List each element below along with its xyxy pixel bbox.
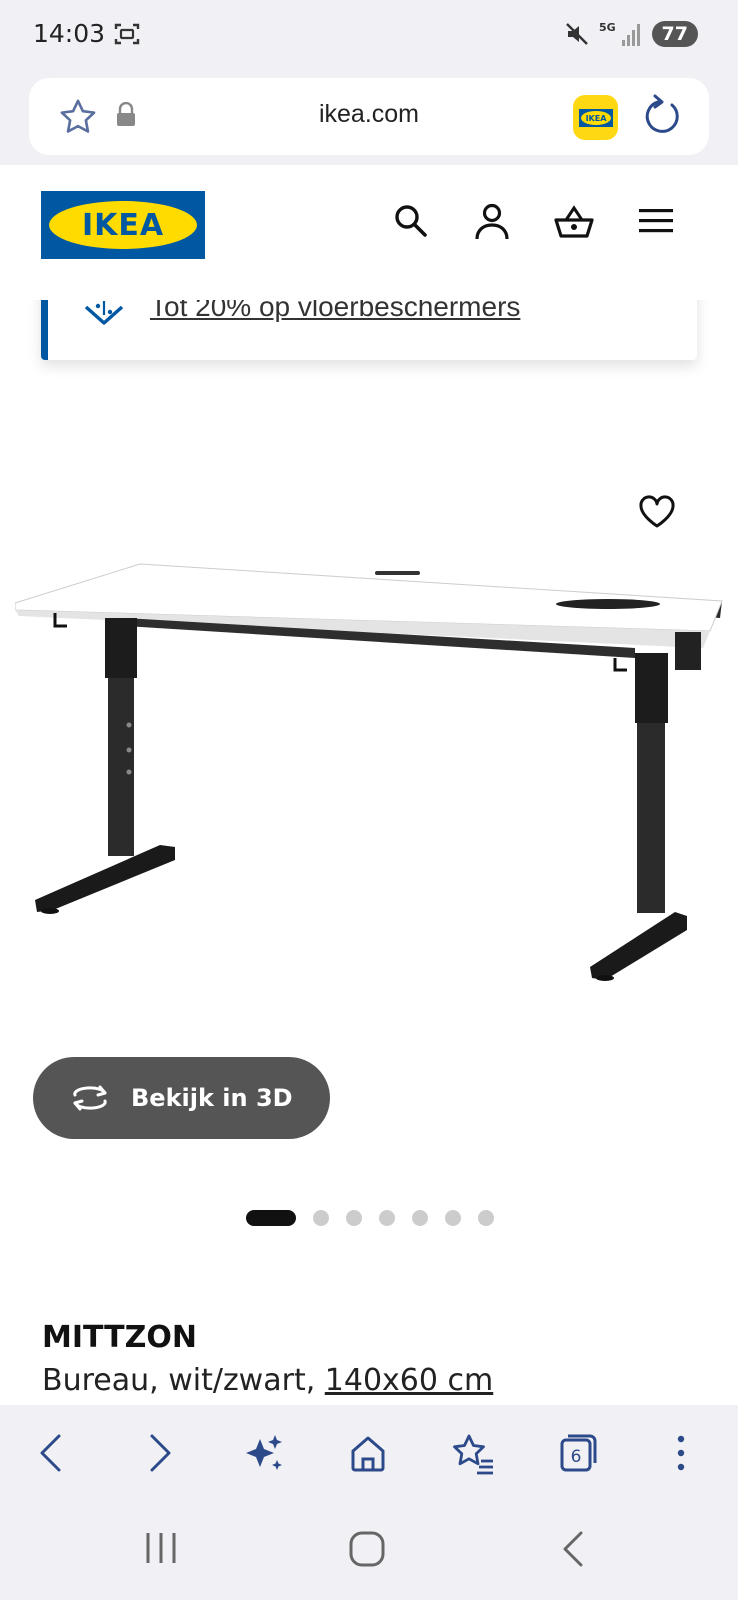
product-size-link[interactable]: 140x60 cm <box>325 1363 493 1398</box>
site-app-badge[interactable]: IKEA <box>573 95 618 140</box>
ikea-badge-logo: IKEA <box>578 108 613 127</box>
product-type: Bureau, wit/zwart, <box>42 1363 325 1398</box>
signal-icon: 5G <box>599 21 640 46</box>
recents-icon[interactable] <box>145 1531 177 1565</box>
view-3d-button[interactable]: Bekijk in 3D <box>33 1057 330 1139</box>
status-icons: 5G 77 <box>564 20 698 48</box>
tabs-icon[interactable]: 6 <box>558 1433 598 1473</box>
ai-sparkle-icon[interactable] <box>244 1433 284 1473</box>
address-bar[interactable]: ikea.com IKEA <box>29 78 709 155</box>
menu-icon[interactable] <box>639 207 673 235</box>
status-bar: 14:03 5G 77 <box>0 0 738 72</box>
home-button-icon[interactable] <box>349 1531 385 1567</box>
carousel-dot[interactable] <box>478 1210 494 1226</box>
carousel-dot[interactable] <box>346 1210 362 1226</box>
status-time: 14:03 <box>33 19 106 48</box>
view-3d-label: Bekijk in 3D <box>131 1084 293 1112</box>
site-header: IKEA <box>0 165 738 300</box>
screenshot-icon <box>114 23 140 45</box>
product-description: Bureau, wit/zwart, 140x60 cm <box>42 1363 493 1398</box>
product-image[interactable] <box>15 560 727 1025</box>
battery-indicator: 77 <box>651 21 698 47</box>
badge-text: IKEA <box>585 114 607 123</box>
carousel-indicators[interactable] <box>246 1210 494 1226</box>
forward-icon[interactable] <box>146 1433 174 1473</box>
browser-toolbar: 6 <box>0 1405 738 1501</box>
basket-icon[interactable] <box>553 203 595 241</box>
carousel-dot[interactable] <box>379 1210 395 1226</box>
home-icon[interactable] <box>349 1433 387 1473</box>
ikea-logo[interactable]: IKEA <box>41 191 205 259</box>
mute-icon <box>565 23 588 45</box>
account-icon[interactable] <box>474 203 510 241</box>
system-nav-bar <box>0 1501 738 1600</box>
carousel-dot[interactable] <box>246 1210 296 1226</box>
web-page: IKEA Tot 20% op vloerbeschermers Bekijk … <box>0 165 738 1405</box>
bookmarks-icon[interactable] <box>451 1433 495 1475</box>
network-type: 5G <box>599 21 616 34</box>
back-icon[interactable] <box>37 1433 65 1473</box>
rotate-3d-icon <box>73 1085 107 1111</box>
more-icon[interactable] <box>676 1433 686 1473</box>
carousel-dot[interactable] <box>313 1210 329 1226</box>
carousel-dot[interactable] <box>412 1210 428 1226</box>
reload-icon[interactable] <box>642 92 684 140</box>
search-icon[interactable] <box>393 203 429 239</box>
tabs-count: 6 <box>571 1447 582 1467</box>
carousel-dot[interactable] <box>445 1210 461 1226</box>
heart-icon[interactable] <box>638 495 676 529</box>
product-name: MITTZON <box>42 1320 197 1355</box>
system-back-icon[interactable] <box>561 1531 585 1567</box>
logo-text: IKEA <box>49 201 197 249</box>
